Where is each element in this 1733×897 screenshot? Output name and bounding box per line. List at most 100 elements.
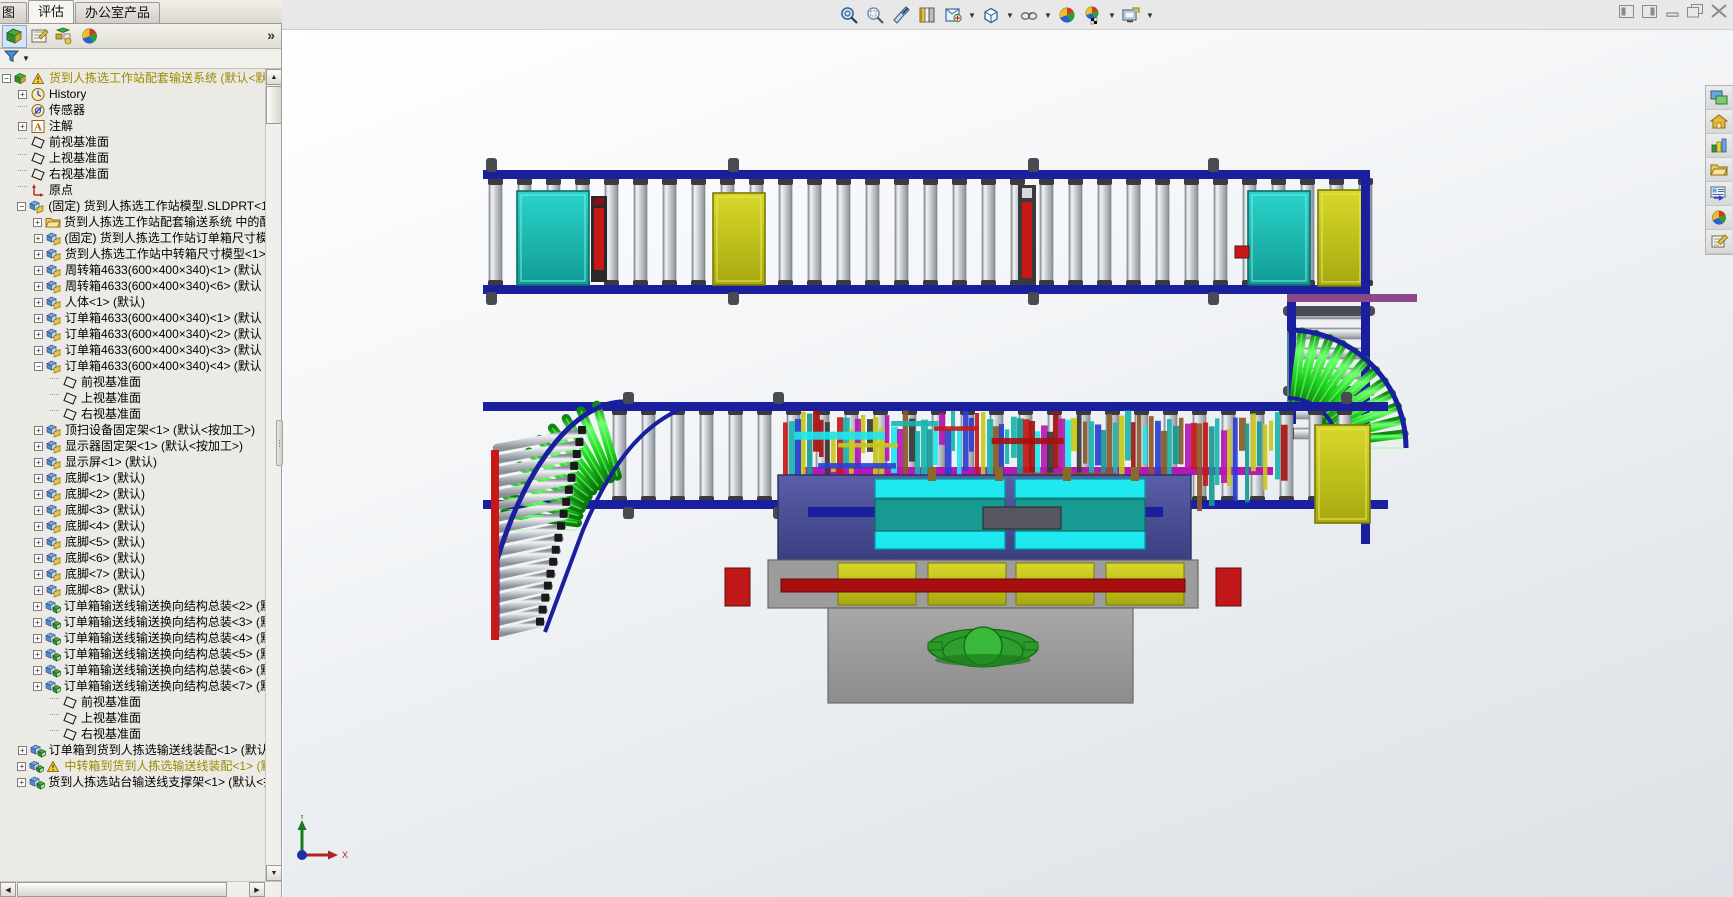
display-style-icon[interactable] — [941, 3, 965, 27]
tree-item[interactable]: + 底脚<3> (默认) — [0, 502, 265, 518]
tree-collapse-button[interactable]: − — [2, 73, 11, 83]
scenes-lights-icon[interactable] — [1706, 134, 1732, 158]
apply-scene-icon[interactable] — [1017, 3, 1041, 27]
tree-item[interactable]: + 货到人拣选工作站配套输送系统 中的配 — [0, 214, 265, 230]
view-settings-icon[interactable] — [1055, 3, 1079, 27]
restore-right-pane-button[interactable] — [1641, 3, 1658, 19]
tree-expand-button[interactable]: + — [17, 745, 27, 755]
feature-tree-vertical-scrollbar[interactable]: ▲ ▼ — [265, 69, 281, 881]
design-library-icon[interactable] — [1706, 182, 1732, 206]
tree-expand-button[interactable]: + — [34, 329, 43, 339]
chevron-down-icon[interactable]: ▼ — [1005, 3, 1015, 27]
tree-item[interactable]: + (固定) 货到人拣选工作站订单箱尺寸模 — [0, 230, 265, 246]
tree-item[interactable]: + 订单箱4633(600×400×340)<1> (默认 — [0, 310, 265, 326]
restore-button[interactable] — [1687, 3, 1704, 19]
tree-expand-button[interactable]: + — [32, 633, 42, 643]
tree-expand-button[interactable]: + — [34, 345, 43, 355]
tree-item[interactable]: 前视基准面 — [0, 374, 265, 390]
tree-item[interactable]: 右视基准面 — [0, 406, 265, 422]
tree-expand-button[interactable]: + — [34, 537, 43, 547]
viewport-icon[interactable] — [1119, 3, 1143, 27]
tree-expand-button[interactable]: + — [34, 553, 43, 563]
tree-item[interactable]: + 人体<1> (默认) — [0, 294, 265, 310]
tree-item[interactable]: + 订单箱输送线输送换向结构总装<7> (默 — [0, 678, 265, 694]
scroll-left-button[interactable]: ◀ — [0, 882, 16, 897]
tree-collapse-button[interactable]: − — [34, 361, 43, 371]
restore-left-pane-button[interactable] — [1618, 3, 1635, 19]
tree-expand-button[interactable]: + — [34, 425, 43, 435]
scroll-thumb-horizontal[interactable] — [17, 882, 227, 897]
tree-expand-button[interactable]: + — [32, 601, 42, 611]
hide-show-items-icon[interactable] — [979, 3, 1003, 27]
tree-expand-button[interactable]: + — [32, 617, 42, 627]
tree-item[interactable]: + 订单箱输送线输送换向结构总装<4> (默 — [0, 630, 265, 646]
custom-properties-icon[interactable] — [1706, 230, 1732, 254]
scroll-thumb[interactable] — [266, 86, 281, 124]
tree-item[interactable]: 原点 — [0, 182, 265, 198]
tree-item[interactable]: 传感器 — [0, 102, 265, 118]
tree-expand-button[interactable]: + — [33, 217, 43, 227]
tree-item[interactable]: − 订单箱4633(600×400×340)<4> (默认 — [0, 358, 265, 374]
tree-expand-button[interactable]: + — [34, 313, 43, 323]
tree-item[interactable]: + A 注解 — [0, 118, 265, 134]
tree-item[interactable]: + 货到人拣选站台输送线支撑架<1> (默认<打 — [0, 774, 265, 790]
feature-manager-overflow-button[interactable]: » — [267, 27, 275, 43]
tree-expand-button[interactable]: + — [32, 665, 42, 675]
tree-expand-button[interactable]: + — [32, 681, 42, 691]
scroll-down-button[interactable]: ▼ — [266, 865, 281, 881]
minimize-button[interactable] — [1664, 3, 1681, 19]
tree-item[interactable]: 右视基准面 — [0, 726, 265, 742]
feature-tree[interactable]: − 货到人拣选工作站配套输送系统 (默认<默 + History 传感器 + A 注解… — [0, 69, 265, 881]
feature-manager-tree-tab[interactable] — [2, 24, 27, 48]
tree-expand-button[interactable]: + — [33, 233, 43, 243]
tree-item[interactable]: + 底脚<5> (默认) — [0, 534, 265, 550]
tree-expand-button[interactable]: + — [32, 649, 42, 659]
file-explorer-icon[interactable] — [1706, 158, 1732, 182]
configuration-manager-tab[interactable] — [52, 25, 77, 48]
filter-icon[interactable] — [3, 49, 20, 68]
tree-expand-button[interactable]: + — [34, 297, 43, 307]
tree-item[interactable]: 上视基准面 — [0, 710, 265, 726]
tree-expand-button[interactable]: + — [34, 489, 43, 499]
tree-item[interactable]: 上视基准面 — [0, 150, 265, 166]
tree-item[interactable]: + History — [0, 86, 265, 102]
close-button[interactable] — [1710, 3, 1727, 19]
zoom-to-area-icon[interactable] — [863, 3, 887, 27]
tree-item[interactable]: + 显示屏<1> (默认) — [0, 454, 265, 470]
tree-item[interactable]: + 订单箱4633(600×400×340)<3> (默认 — [0, 342, 265, 358]
tree-collapse-button[interactable]: − — [17, 201, 27, 211]
tree-item[interactable]: + 订单箱输送线输送换向结构总装<2> (默 — [0, 598, 265, 614]
tree-expand-button[interactable]: + — [34, 569, 43, 579]
tree-expand-button[interactable]: + — [34, 473, 43, 483]
tree-expand-button[interactable]: + — [34, 441, 43, 451]
tree-item[interactable]: + 底脚<4> (默认) — [0, 518, 265, 534]
tab-evaluate[interactable]: 评估 — [28, 0, 75, 23]
section-view-icon[interactable] — [889, 3, 913, 27]
view-palette-icon[interactable] — [1706, 86, 1732, 110]
display-manager-tab[interactable] — [77, 25, 102, 48]
chevron-down-icon[interactable]: ▼ — [1043, 3, 1053, 27]
scroll-up-button[interactable]: ▲ — [266, 69, 281, 85]
tree-item[interactable]: 右视基准面 — [0, 166, 265, 182]
tree-item[interactable]: + 订单箱到货到人拣选输送线装配<1> (默认 — [0, 742, 265, 758]
tree-item[interactable]: + 订单箱输送线输送换向结构总装<3> (默 — [0, 614, 265, 630]
tree-item[interactable]: + 显示器固定架<1> (默认<按加工>) — [0, 438, 265, 454]
zoom-to-fit-icon[interactable] — [837, 3, 861, 27]
tree-expand-button[interactable]: + — [34, 457, 43, 467]
tree-item[interactable]: + 底脚<6> (默认) — [0, 550, 265, 566]
tree-expand-button[interactable]: + — [34, 265, 43, 275]
tab-0[interactable]: 图 — [0, 2, 27, 23]
tree-item[interactable]: + 底脚<2> (默认) — [0, 486, 265, 502]
tree-item[interactable]: + 订单箱4633(600×400×340)<2> (默认 — [0, 326, 265, 342]
tree-item[interactable]: + 订单箱输送线输送换向结构总装<5> (默 — [0, 646, 265, 662]
appearances-icon[interactable] — [1081, 3, 1105, 27]
tree-item[interactable]: 前视基准面 — [0, 134, 265, 150]
tab-office-products[interactable]: 办公室产品 — [75, 2, 161, 23]
tree-expand-button[interactable]: + — [34, 505, 43, 515]
tree-expand-button[interactable]: + — [34, 585, 43, 595]
tree-item[interactable]: − (固定) 货到人拣选工作站模型.SLDPRT<1> — [0, 198, 265, 214]
appearances-sphere-icon[interactable] — [1706, 206, 1732, 230]
chevron-down-icon[interactable]: ▼ — [1145, 3, 1155, 27]
tree-item[interactable]: + 周转箱4633(600×400×340)<1> (默认 — [0, 262, 265, 278]
tree-item[interactable]: + 中转箱到货到人拣选输送线装配<1> (默 — [0, 758, 265, 774]
